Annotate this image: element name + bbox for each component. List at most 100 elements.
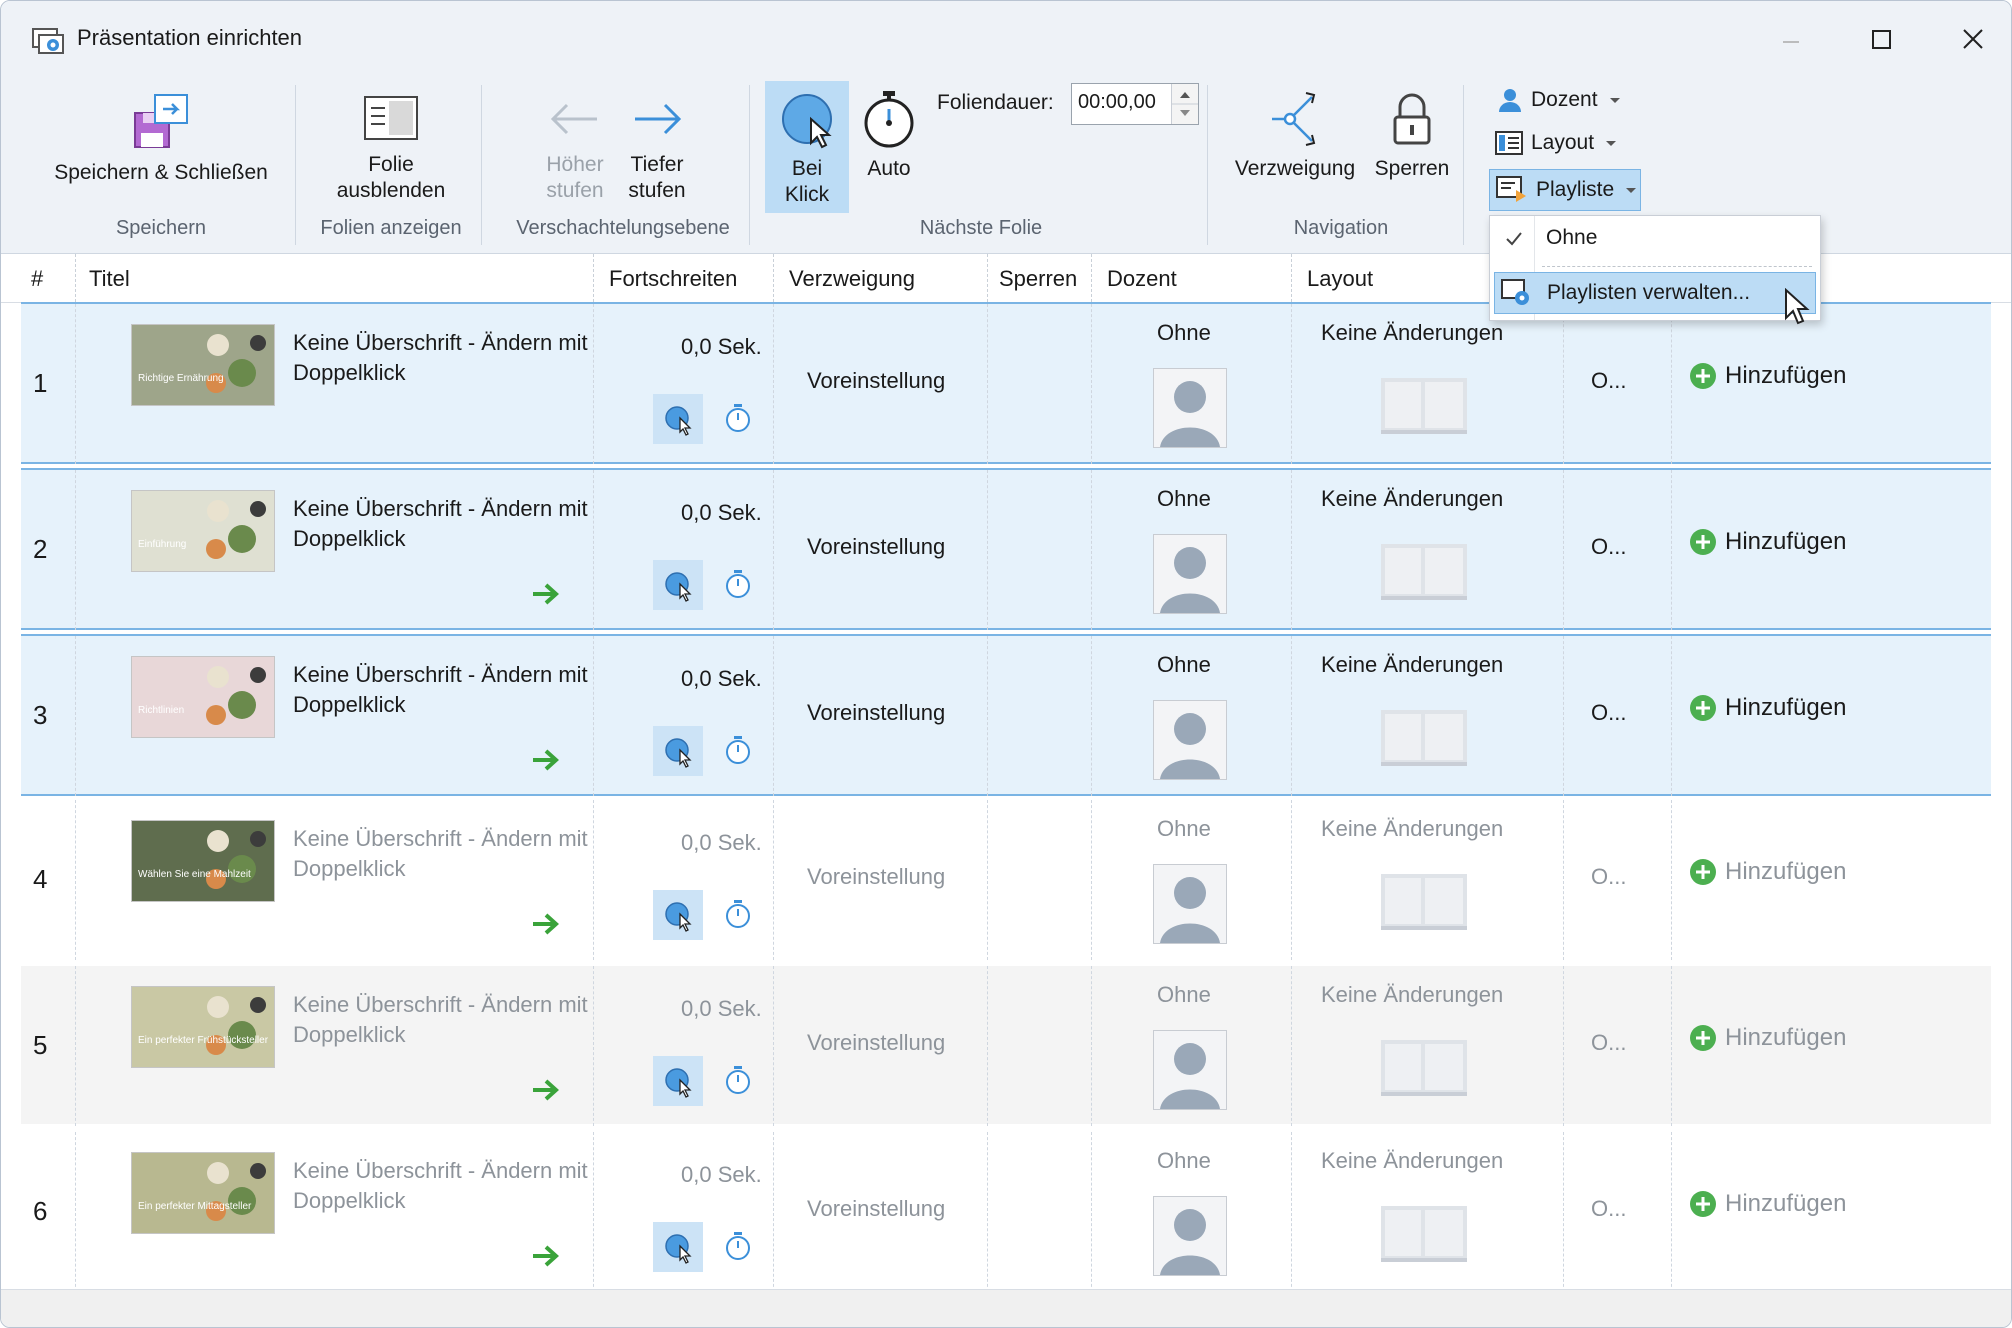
on-click-toggle[interactable] — [653, 726, 703, 776]
slide-title[interactable]: Keine Überschrift - Ändern mit Doppelkli… — [293, 1156, 593, 1216]
on-click-toggle[interactable] — [653, 1056, 703, 1106]
slide-duration[interactable]: 0,0 Sek. — [681, 1162, 762, 1188]
on-click-button[interactable]: Bei Klick — [765, 81, 849, 213]
col-header-fortschreiten[interactable]: Fortschreiten — [609, 266, 737, 292]
presenter-value[interactable]: Ohne — [1157, 1148, 1211, 1174]
save-close-button[interactable]: Speichern & Schließen — [41, 89, 281, 186]
presenter-value[interactable]: Ohne — [1157, 320, 1211, 346]
hide-slide-button[interactable]: Folie ausblenden — [321, 93, 461, 204]
table-row[interactable]: 3 Richtlinien Keine Überschrift - Ändern… — [21, 634, 1991, 796]
branching-icon — [1272, 92, 1316, 146]
slide-title[interactable]: Keine Überschrift - Ändern mit Doppelkli… — [293, 990, 593, 1050]
layout-dropdown[interactable]: Layout — [1495, 131, 1617, 155]
slide-thumbnail[interactable]: Richtige Ernährung — [131, 324, 275, 406]
presenter-value[interactable]: Ohne — [1157, 486, 1211, 512]
slide-duration-field[interactable]: 00:00,00 — [1071, 83, 1199, 125]
branching-value[interactable]: Voreinstellung — [807, 700, 945, 726]
add-button[interactable]: Hinzufügen — [1689, 858, 1846, 886]
layout-value[interactable]: Keine Änderungen — [1321, 1148, 1503, 1174]
slide-duration[interactable]: 0,0 Sek. — [681, 830, 762, 856]
stopwatch-icon[interactable] — [721, 1228, 755, 1264]
avatar[interactable] — [1153, 534, 1227, 614]
table-row[interactable]: 6 Ein perfekter Mittagsteller Keine Über… — [21, 1132, 1991, 1292]
avatar[interactable] — [1153, 1196, 1227, 1276]
nested-arrow-icon — [533, 749, 559, 771]
on-click-toggle[interactable] — [653, 560, 703, 610]
layout-value[interactable]: Keine Änderungen — [1321, 320, 1503, 346]
table-row[interactable]: 4 Wählen Sie eine Mahlzeit Keine Übersch… — [21, 800, 1991, 960]
slide-thumbnail[interactable]: Ein perfekter Frühstücksteller — [131, 986, 275, 1068]
demote-button[interactable]: Tiefer stufen — [617, 93, 697, 204]
on-click-toggle[interactable] — [653, 1222, 703, 1272]
col-header-dozent[interactable]: Dozent — [1107, 266, 1177, 292]
avatar[interactable] — [1153, 700, 1227, 780]
table-row[interactable]: 5 Ein perfekter Frühstücksteller Keine Ü… — [21, 966, 1991, 1126]
playlist-value[interactable]: O... — [1591, 1030, 1626, 1056]
playlist-value[interactable]: O... — [1591, 368, 1626, 394]
layout-value[interactable]: Keine Änderungen — [1321, 652, 1503, 678]
branching-value[interactable]: Voreinstellung — [807, 368, 945, 394]
col-header-titel[interactable]: Titel — [89, 266, 130, 292]
stopwatch-icon[interactable] — [721, 400, 755, 436]
stopwatch-icon[interactable] — [721, 896, 755, 932]
col-header-verzweigung[interactable]: Verzweigung — [789, 266, 915, 292]
slide-title[interactable]: Keine Überschrift - Ändern mit Doppelkli… — [293, 660, 593, 720]
playlist-value[interactable]: O... — [1591, 700, 1626, 726]
slide-duration[interactable]: 0,0 Sek. — [681, 666, 762, 692]
avatar[interactable] — [1153, 864, 1227, 944]
layout-value[interactable]: Keine Änderungen — [1321, 486, 1503, 512]
playlist-value[interactable]: O... — [1591, 1196, 1626, 1222]
maximize-button[interactable] — [1853, 15, 1909, 65]
presenter-value[interactable]: Ohne — [1157, 982, 1211, 1008]
close-button[interactable] — [1945, 15, 2001, 65]
col-header-layout[interactable]: Layout — [1307, 266, 1373, 292]
slide-title[interactable]: Keine Überschrift - Ändern mit Doppelkli… — [293, 494, 593, 554]
slide-thumbnail[interactable]: Richtlinien — [131, 656, 275, 738]
slide-duration[interactable]: 0,0 Sek. — [681, 500, 762, 526]
presenter-value[interactable]: Ohne — [1157, 652, 1211, 678]
menu-item-ohne[interactable]: Ohne — [1490, 216, 1820, 320]
playlist-dropdown[interactable]: Playliste — [1489, 169, 1641, 211]
avatar[interactable] — [1153, 1030, 1227, 1110]
slide-title[interactable]: Keine Überschrift - Ändern mit Doppelkli… — [293, 328, 593, 388]
slide-thumbnail[interactable]: Wählen Sie eine Mahlzeit — [131, 820, 275, 902]
auto-advance-button[interactable]: Auto — [857, 87, 921, 182]
add-button[interactable]: Hinzufügen — [1689, 694, 1846, 722]
lock-button[interactable]: Sperren — [1369, 89, 1455, 182]
on-click-toggle[interactable] — [653, 394, 703, 444]
slide-thumbnail[interactable]: Ein perfekter Mittagsteller — [131, 1152, 275, 1234]
menu-item-manage-playlists[interactable]: Playlisten verwalten... — [1494, 272, 1816, 314]
add-button[interactable]: Hinzufügen — [1689, 1190, 1846, 1218]
slide-title[interactable]: Keine Überschrift - Ändern mit Doppelkli… — [293, 824, 593, 884]
branching-value[interactable]: Voreinstellung — [807, 1196, 945, 1222]
add-button[interactable]: Hinzufügen — [1689, 1024, 1846, 1052]
table-row[interactable]: 1 Richtige Ernährung Keine Überschrift -… — [21, 302, 1991, 464]
table-row[interactable]: 2 Einführung Keine Überschrift - Ändern … — [21, 468, 1991, 630]
branching-value[interactable]: Voreinstellung — [807, 1030, 945, 1056]
add-button[interactable]: Hinzufügen — [1689, 362, 1846, 390]
horizontal-scrollbar[interactable] — [1, 1289, 2011, 1327]
branching-value[interactable]: Voreinstellung — [807, 534, 945, 560]
presenter-value[interactable]: Ohne — [1157, 816, 1211, 842]
on-click-toggle[interactable] — [653, 890, 703, 940]
stopwatch-icon[interactable] — [721, 566, 755, 602]
col-header-sperren[interactable]: Sperren — [999, 266, 1077, 292]
playlist-value[interactable]: O... — [1591, 864, 1626, 890]
promote-button[interactable]: Höher stufen — [535, 93, 615, 204]
add-button[interactable]: Hinzufügen — [1689, 528, 1846, 556]
stopwatch-icon[interactable] — [721, 732, 755, 768]
slide-duration[interactable]: 0,0 Sek. — [681, 996, 762, 1022]
layout-value[interactable]: Keine Änderungen — [1321, 816, 1503, 842]
col-header-num[interactable]: # — [31, 266, 43, 292]
slide-duration[interactable]: 0,0 Sek. — [681, 334, 762, 360]
minimize-button[interactable] — [1763, 15, 1819, 65]
slide-thumbnail[interactable]: Einführung — [131, 490, 275, 572]
branching-button[interactable]: Verzweigung — [1225, 89, 1365, 182]
branching-value[interactable]: Voreinstellung — [807, 864, 945, 890]
playlist-value[interactable]: O... — [1591, 534, 1626, 560]
duration-spinner[interactable] — [1171, 84, 1198, 124]
layout-value[interactable]: Keine Änderungen — [1321, 982, 1503, 1008]
stopwatch-icon[interactable] — [721, 1062, 755, 1098]
avatar[interactable] — [1153, 368, 1227, 448]
presenter-dropdown[interactable]: Dozent — [1497, 87, 1620, 113]
